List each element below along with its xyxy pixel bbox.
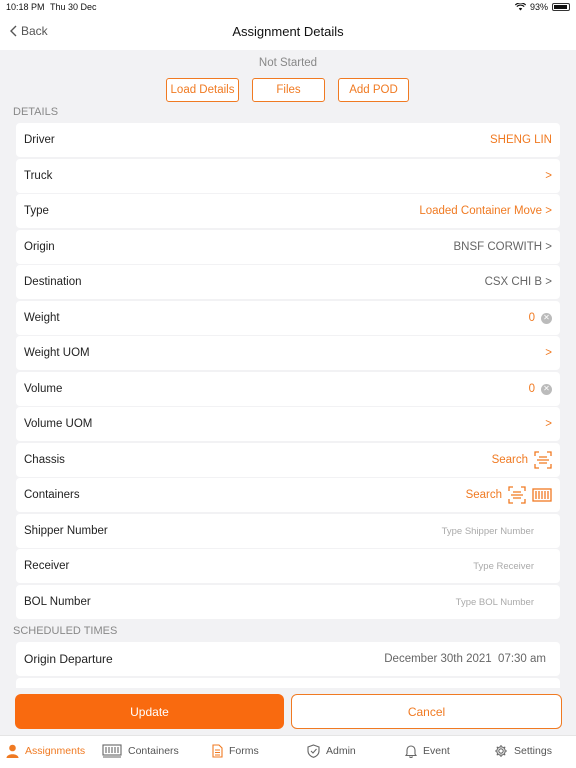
add-pod-button[interactable]: Add POD <box>338 78 409 102</box>
files-button[interactable]: Files <box>252 78 325 102</box>
receiver-input[interactable]: Type Receiver <box>473 561 552 572</box>
origin-departure-label: Origin Departure <box>24 652 113 666</box>
tab-containers[interactable]: Containers <box>102 744 179 758</box>
page-title: Assignment Details <box>232 24 344 39</box>
origin-label: Origin <box>24 241 55 253</box>
origin-row[interactable]: Origin BNSF CORWITH > <box>16 230 560 264</box>
tab-event-label: Event <box>423 745 450 757</box>
weight-uom-value: > <box>545 347 552 359</box>
scan-icon[interactable] <box>534 451 552 469</box>
volume-value: 0 <box>528 383 535 395</box>
battery-percent: 93% <box>529 2 548 12</box>
person-icon <box>6 744 19 758</box>
volume-uom-value: > <box>545 418 552 430</box>
receiver-row[interactable]: Receiver Type Receiver <box>16 549 560 583</box>
cancel-button[interactable]: Cancel <box>291 694 562 729</box>
gear-icon <box>495 745 507 757</box>
volume-row[interactable]: Volume 0 ✕ <box>16 372 560 406</box>
weight-uom-row[interactable]: Weight UOM > <box>16 336 560 370</box>
truck-row[interactable]: Truck > <box>16 159 560 193</box>
destination-label: Destination <box>24 276 82 288</box>
containers-search[interactable]: Search <box>466 489 502 501</box>
containers-row[interactable]: Containers Search <box>16 478 560 512</box>
shipper-number-input[interactable]: Type Shipper Number <box>442 526 552 537</box>
tab-event[interactable]: Event <box>405 744 450 758</box>
type-value: Loaded Container Move > <box>419 205 552 217</box>
type-label: Type <box>24 205 49 217</box>
bol-number-label: BOL Number <box>24 596 91 608</box>
origin-departure-row[interactable]: Origin Departure December 30th 2021 07:3… <box>16 642 560 676</box>
nav-bar: Back Assignment Details <box>0 14 576 50</box>
bell-icon <box>405 745 417 758</box>
containers-label: Containers <box>24 489 80 501</box>
driver-value: SHENG LIN <box>490 134 552 146</box>
tab-admin-label: Admin <box>326 745 356 757</box>
load-details-button[interactable]: Load Details <box>166 78 239 102</box>
scheduled-section-header: SCHEDULED TIMES <box>13 625 118 637</box>
tab-forms-label: Forms <box>229 745 259 757</box>
tab-settings[interactable]: Settings <box>494 744 552 758</box>
container-icon[interactable] <box>532 487 552 503</box>
volume-label: Volume <box>24 383 63 395</box>
status-right: 93% <box>514 2 570 12</box>
shield-icon <box>307 744 320 758</box>
volume-uom-row[interactable]: Volume UOM > <box>16 407 560 441</box>
weight-row[interactable]: Weight 0 ✕ <box>16 301 560 335</box>
container-icon <box>102 744 122 758</box>
assignment-status: Not Started <box>258 57 318 69</box>
chassis-search[interactable]: Search <box>492 454 528 466</box>
wifi-icon <box>514 3 526 11</box>
origin-departure-value: December 30th 2021 07:30 am <box>384 653 546 665</box>
weight-uom-label: Weight UOM <box>24 347 90 359</box>
truck-value: > <box>545 170 552 182</box>
shipper-number-label: Shipper Number <box>24 525 108 537</box>
clear-icon[interactable]: ✕ <box>541 312 552 324</box>
bol-number-row[interactable]: BOL Number Type BOL Number <box>16 585 560 619</box>
status-bar: 10:18 PM Thu 30 Dec 93% <box>0 0 576 14</box>
status-date: Thu 30 Dec <box>50 2 97 12</box>
scan-icon[interactable] <box>508 486 526 504</box>
destination-row[interactable]: Destination CSX CHI B > <box>16 265 560 299</box>
destination-value: CSX CHI B > <box>484 276 552 288</box>
tab-bar: Assignments Containers Forms Admin Event… <box>0 735 576 768</box>
clear-icon[interactable]: ✕ <box>541 383 552 395</box>
volume-uom-label: Volume UOM <box>24 418 93 430</box>
tab-admin[interactable]: Admin <box>307 744 356 758</box>
tab-settings-label: Settings <box>514 745 552 757</box>
tab-assignments-label: Assignments <box>25 745 86 757</box>
tab-assignments[interactable]: Assignments <box>6 744 85 758</box>
origin-value: BNSF CORWITH > <box>453 241 552 253</box>
tab-containers-label: Containers <box>128 745 179 757</box>
weight-value: 0 <box>528 312 535 324</box>
status-time: 10:18 PM <box>6 2 45 12</box>
shipper-number-row[interactable]: Shipper Number Type Shipper Number <box>16 514 560 548</box>
update-button[interactable]: Update <box>15 694 284 729</box>
chassis-label: Chassis <box>24 454 65 466</box>
weight-label: Weight <box>24 312 60 324</box>
receiver-label: Receiver <box>24 560 70 572</box>
driver-row[interactable]: Driver SHENG LIN <box>16 123 560 157</box>
tab-forms[interactable]: Forms <box>212 744 259 758</box>
details-section-header: DETAILS <box>13 106 59 118</box>
document-icon <box>212 744 223 758</box>
type-row[interactable]: Type Loaded Container Move > <box>16 194 560 228</box>
bol-number-input[interactable]: Type BOL Number <box>456 597 552 608</box>
battery-icon <box>552 3 570 11</box>
driver-label: Driver <box>24 134 55 146</box>
truck-label: Truck <box>24 170 53 182</box>
chassis-row[interactable]: Chassis Search <box>16 443 560 477</box>
